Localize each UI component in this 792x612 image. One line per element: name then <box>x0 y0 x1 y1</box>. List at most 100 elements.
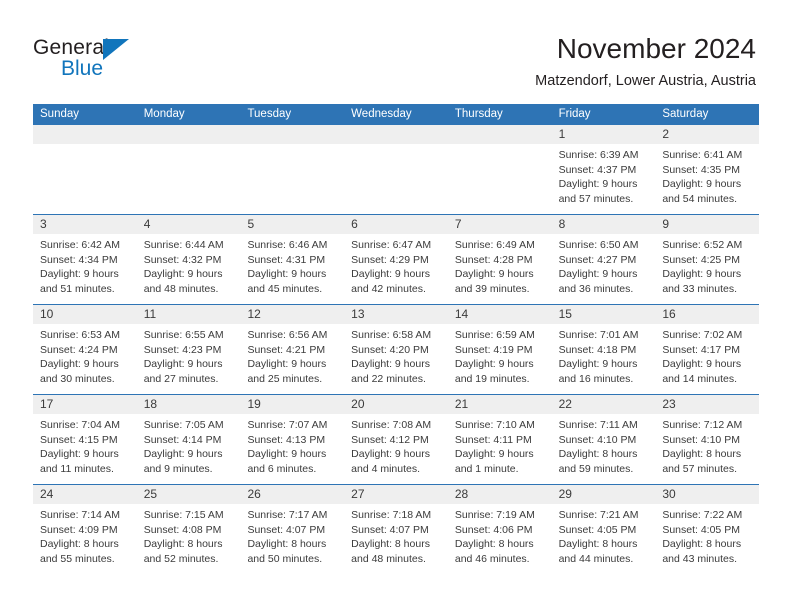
day-details <box>240 144 344 148</box>
day-cell[interactable]: 16 Sunrise: 7:02 AM Sunset: 4:17 PM Dayl… <box>655 305 760 394</box>
day-cell[interactable] <box>344 125 448 214</box>
day-details: Sunrise: 7:15 AM Sunset: 4:08 PM Dayligh… <box>137 504 241 566</box>
day-details: Sunrise: 6:50 AM Sunset: 4:27 PM Dayligh… <box>552 234 656 296</box>
daylight-text-line2: and 22 minutes. <box>351 372 426 385</box>
day-cell[interactable]: 18 Sunrise: 7:05 AM Sunset: 4:14 PM Dayl… <box>136 395 241 484</box>
daylight-text-line2: and 46 minutes. <box>454 552 530 565</box>
day-cell[interactable]: 1 Sunrise: 6:39 AM Sunset: 4:37 PM Dayli… <box>551 125 656 214</box>
daylight-text-line2: and 4 minutes. <box>351 462 421 475</box>
day-cell[interactable]: 8 Sunrise: 6:50 AM Sunset: 4:27 PM Dayli… <box>551 215 656 304</box>
sunrise-text: Sunrise: 7:15 AM <box>143 509 224 521</box>
sunrise-text: Sunrise: 7:10 AM <box>454 419 535 431</box>
day-cell[interactable]: 20 Sunrise: 7:08 AM Sunset: 4:12 PM Dayl… <box>344 395 448 484</box>
daylight-text-line1: Daylight: 9 hours <box>40 448 119 461</box>
day-cell[interactable]: 14 Sunrise: 6:59 AM Sunset: 4:19 PM Dayl… <box>447 305 552 394</box>
day-cell[interactable]: 6 Sunrise: 6:47 AM Sunset: 4:29 PM Dayli… <box>344 215 448 304</box>
sunrise-text: Sunrise: 6:47 AM <box>351 239 432 251</box>
daylight-text-line2: and 44 minutes. <box>558 552 634 565</box>
day-number: 27 <box>344 485 448 504</box>
day-cell[interactable] <box>33 125 137 214</box>
day-number: 4 <box>136 215 241 234</box>
daylight-text-line1: Daylight: 9 hours <box>454 268 534 281</box>
daylight-text-line2: and 57 minutes. <box>662 462 738 475</box>
weekday-header-row: Sunday Monday Tuesday Wednesday Thursday… <box>33 104 759 125</box>
daylight-text-line1: Daylight: 9 hours <box>351 448 430 461</box>
day-cell[interactable] <box>447 125 552 214</box>
page-header: General Blue November 2024 Matzendorf, L… <box>0 0 792 100</box>
day-number: 9 <box>655 215 760 234</box>
day-cell[interactable]: 26 Sunrise: 7:17 AM Sunset: 4:07 PM Dayl… <box>240 485 345 574</box>
day-cell[interactable]: 21 Sunrise: 7:10 AM Sunset: 4:11 PM Dayl… <box>447 395 552 484</box>
daylight-text-line1: Daylight: 9 hours <box>143 358 223 371</box>
day-number: 14 <box>447 305 552 324</box>
daylight-text-line1: Daylight: 9 hours <box>662 358 742 371</box>
day-cell[interactable]: 3 Sunrise: 6:42 AM Sunset: 4:34 PM Dayli… <box>33 215 137 304</box>
day-number <box>240 125 345 144</box>
daylight-text-line2: and 30 minutes. <box>40 372 115 385</box>
daylight-text-line2: and 36 minutes. <box>558 282 634 295</box>
day-cell[interactable]: 5 Sunrise: 6:46 AM Sunset: 4:31 PM Dayli… <box>240 215 345 304</box>
sunset-text: Sunset: 4:05 PM <box>558 523 637 536</box>
sunset-text: Sunset: 4:07 PM <box>247 523 326 536</box>
day-details: Sunrise: 6:42 AM Sunset: 4:34 PM Dayligh… <box>33 234 137 296</box>
daylight-text-line2: and 27 minutes. <box>143 372 219 385</box>
daylight-text-line1: Daylight: 9 hours <box>558 358 638 371</box>
day-cell[interactable]: 25 Sunrise: 7:15 AM Sunset: 4:08 PM Dayl… <box>136 485 241 574</box>
sunrise-text: Sunrise: 6:52 AM <box>662 239 743 251</box>
day-cell[interactable]: 29 Sunrise: 7:21 AM Sunset: 4:05 PM Dayl… <box>551 485 656 574</box>
day-number: 12 <box>240 305 345 324</box>
daylight-text-line2: and 57 minutes. <box>558 192 634 205</box>
day-details: Sunrise: 6:56 AM Sunset: 4:21 PM Dayligh… <box>240 324 344 386</box>
day-cell[interactable]: 2 Sunrise: 6:41 AM Sunset: 4:35 PM Dayli… <box>655 125 760 214</box>
daylight-text-line2: and 43 minutes. <box>662 552 738 565</box>
sunset-text: Sunset: 4:21 PM <box>247 343 326 356</box>
sunrise-text: Sunrise: 6:42 AM <box>40 239 120 251</box>
daylight-text-line2: and 19 minutes. <box>454 372 530 385</box>
day-cell[interactable]: 4 Sunrise: 6:44 AM Sunset: 4:32 PM Dayli… <box>136 215 241 304</box>
day-cell[interactable]: 10 Sunrise: 6:53 AM Sunset: 4:24 PM Dayl… <box>33 305 137 394</box>
sunrise-text: Sunrise: 7:22 AM <box>662 509 743 521</box>
day-cell[interactable]: 23 Sunrise: 7:12 AM Sunset: 4:10 PM Dayl… <box>655 395 760 484</box>
day-cell[interactable]: 28 Sunrise: 7:19 AM Sunset: 4:06 PM Dayl… <box>447 485 552 574</box>
day-details: Sunrise: 6:53 AM Sunset: 4:24 PM Dayligh… <box>33 324 137 386</box>
day-cell[interactable]: 11 Sunrise: 6:55 AM Sunset: 4:23 PM Dayl… <box>136 305 241 394</box>
sunrise-text: Sunrise: 6:58 AM <box>351 329 432 341</box>
day-cell[interactable]: 27 Sunrise: 7:18 AM Sunset: 4:07 PM Dayl… <box>344 485 448 574</box>
day-cell[interactable]: 7 Sunrise: 6:49 AM Sunset: 4:28 PM Dayli… <box>447 215 552 304</box>
sunrise-text: Sunrise: 6:56 AM <box>247 329 328 341</box>
sunset-text: Sunset: 4:10 PM <box>662 433 740 446</box>
sunset-text: Sunset: 4:15 PM <box>40 433 118 446</box>
day-cell[interactable]: 24 Sunrise: 7:14 AM Sunset: 4:09 PM Dayl… <box>33 485 137 574</box>
day-number: 17 <box>33 395 137 414</box>
general-blue-logo[interactable]: General Blue <box>33 36 153 82</box>
daylight-text-line1: Daylight: 9 hours <box>40 268 119 281</box>
day-cell[interactable]: 9 Sunrise: 6:52 AM Sunset: 4:25 PM Dayli… <box>655 215 760 304</box>
daylight-text-line1: Daylight: 9 hours <box>143 268 223 281</box>
sunrise-text: Sunrise: 7:21 AM <box>558 509 639 521</box>
day-cell[interactable]: 15 Sunrise: 7:01 AM Sunset: 4:18 PM Dayl… <box>551 305 656 394</box>
sunset-text: Sunset: 4:32 PM <box>143 253 222 266</box>
logo-text-blue: Blue <box>61 57 104 80</box>
sunrise-text: Sunrise: 7:04 AM <box>40 419 120 431</box>
day-details: Sunrise: 7:07 AM Sunset: 4:13 PM Dayligh… <box>240 414 344 476</box>
day-number: 28 <box>447 485 552 504</box>
sunset-text: Sunset: 4:12 PM <box>351 433 429 446</box>
day-cell[interactable] <box>240 125 345 214</box>
sunrise-text: Sunrise: 6:53 AM <box>40 329 120 341</box>
day-details: Sunrise: 7:17 AM Sunset: 4:07 PM Dayligh… <box>240 504 344 566</box>
day-details: Sunrise: 6:49 AM Sunset: 4:28 PM Dayligh… <box>448 234 552 296</box>
page-title: November 2024 <box>556 33 756 64</box>
day-cell[interactable]: 19 Sunrise: 7:07 AM Sunset: 4:13 PM Dayl… <box>240 395 345 484</box>
weekday-header-tuesday: Tuesday <box>247 108 292 120</box>
daylight-text-line1: Daylight: 8 hours <box>247 538 327 551</box>
day-cell[interactable]: 17 Sunrise: 7:04 AM Sunset: 4:15 PM Dayl… <box>33 395 137 484</box>
sunrise-text: Sunrise: 7:19 AM <box>454 509 535 521</box>
page-subtitle: Matzendorf, Lower Austria, Austria <box>535 73 756 89</box>
day-cell[interactable]: 12 Sunrise: 6:56 AM Sunset: 4:21 PM Dayl… <box>240 305 345 394</box>
day-cell[interactable]: 22 Sunrise: 7:11 AM Sunset: 4:10 PM Dayl… <box>551 395 656 484</box>
day-number: 7 <box>447 215 552 234</box>
day-details <box>344 144 448 148</box>
day-cell[interactable]: 30 Sunrise: 7:22 AM Sunset: 4:05 PM Dayl… <box>655 485 760 574</box>
day-cell[interactable]: 13 Sunrise: 6:58 AM Sunset: 4:20 PM Dayl… <box>344 305 448 394</box>
day-cell[interactable] <box>136 125 241 214</box>
